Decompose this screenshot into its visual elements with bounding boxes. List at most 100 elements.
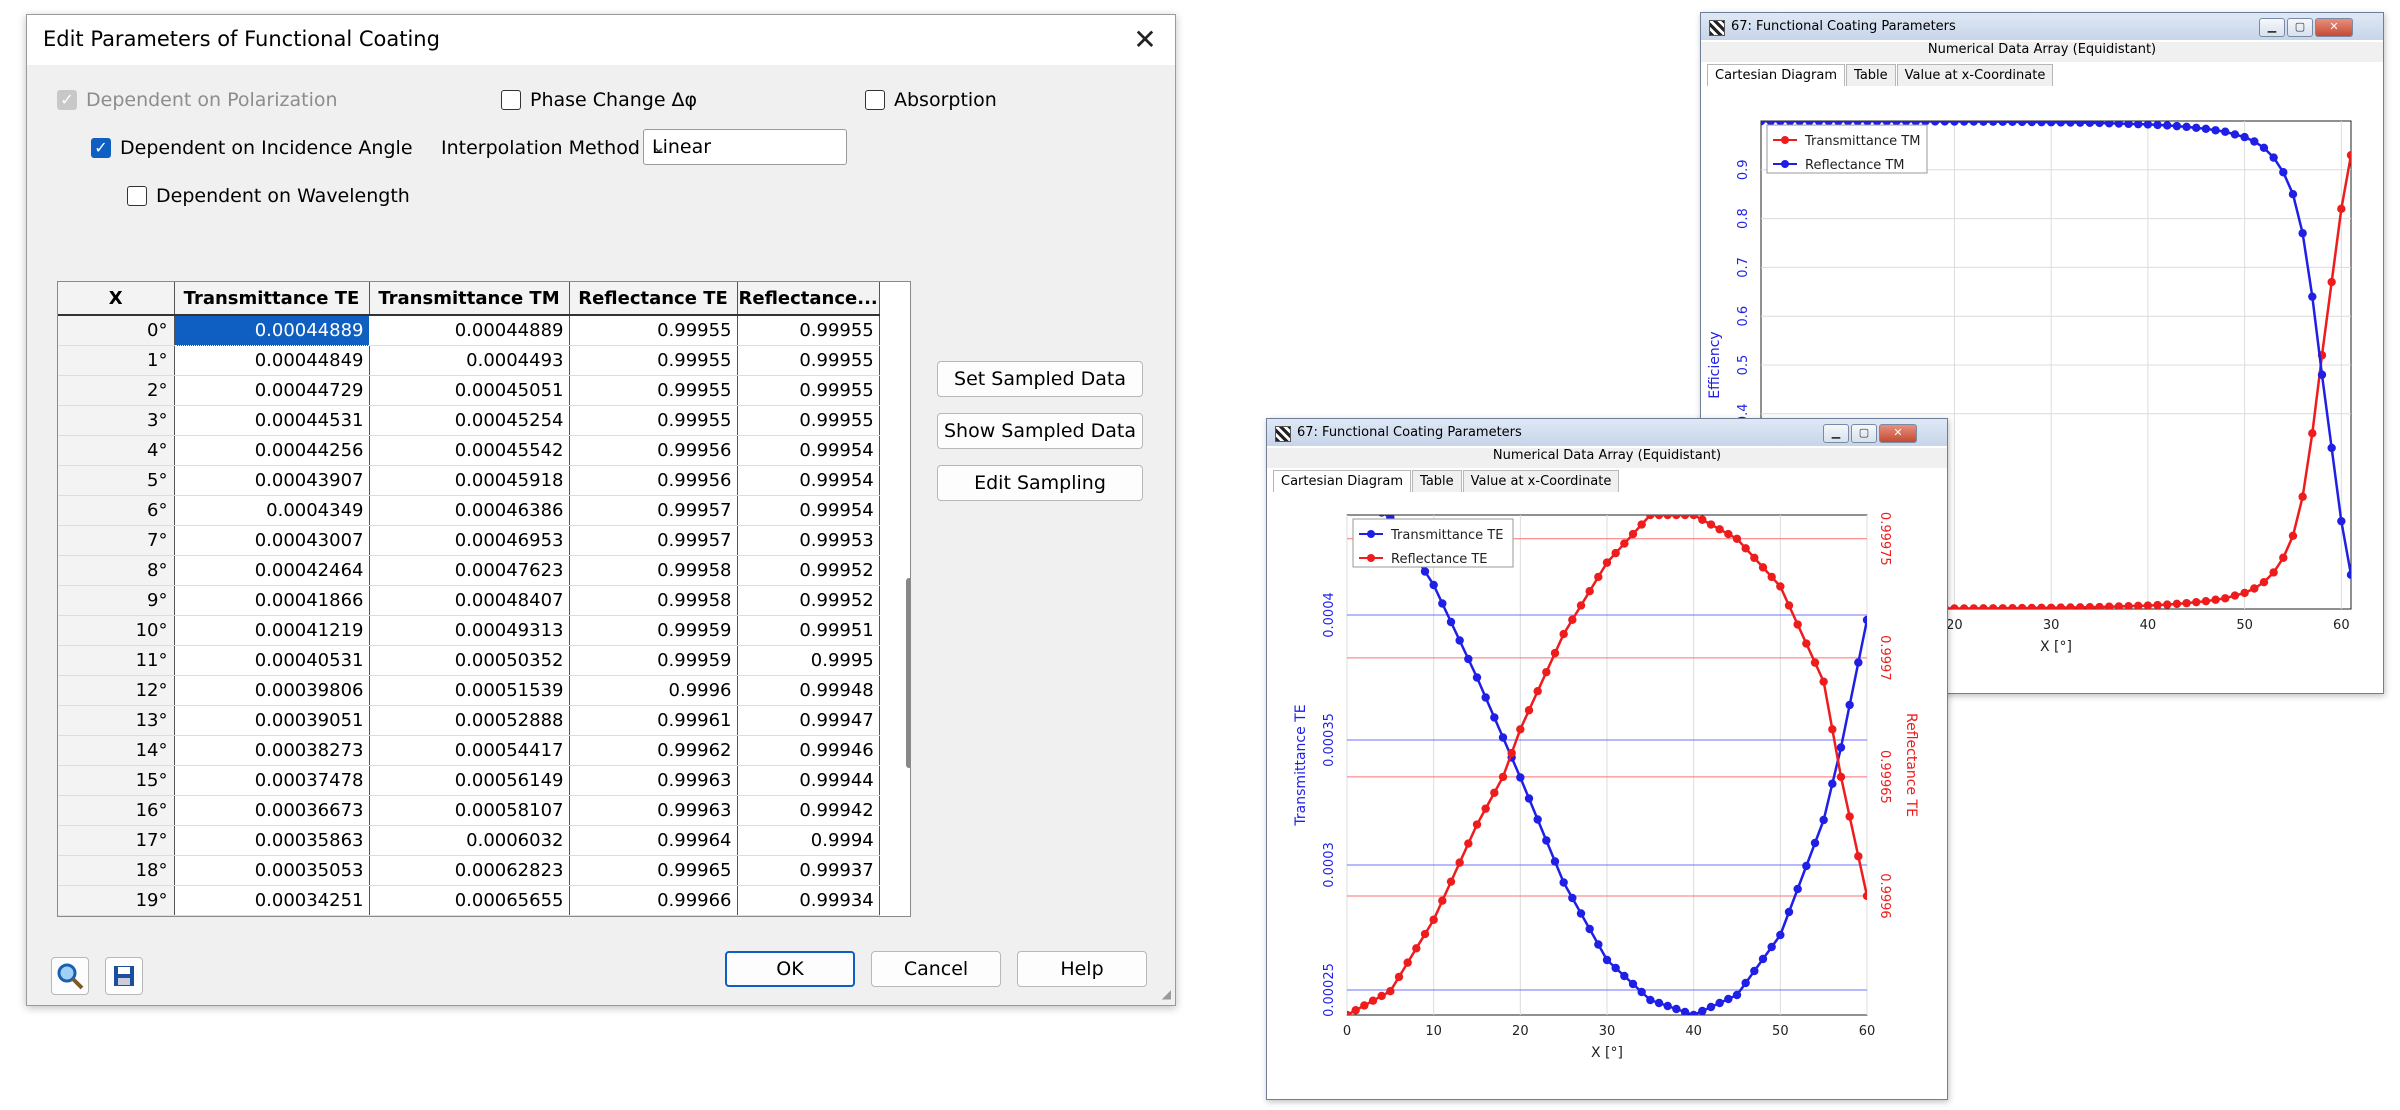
table-cell[interactable]: 0.99961: [569, 705, 738, 736]
minimize-icon[interactable]: ▁: [1823, 424, 1849, 443]
table-cell[interactable]: 0.99955: [737, 405, 880, 436]
table-cell[interactable]: 0.00041866: [174, 585, 370, 616]
table-cell[interactable]: 0.00043907: [174, 465, 370, 496]
table-cell[interactable]: 0.99948: [737, 675, 880, 706]
close-icon[interactable]: ✕: [2315, 18, 2353, 37]
table-cell[interactable]: 0.00044889: [173, 314, 370, 346]
table-cell[interactable]: 0.99934: [737, 885, 880, 916]
table-cell[interactable]: 0.00039806: [174, 675, 370, 706]
close-icon[interactable]: ✕: [1879, 424, 1917, 443]
table-row[interactable]: 18° 0.00035053 0.00062823 0.99965 0.99937: [58, 855, 880, 886]
checkbox-dependent-on-wavelength[interactable]: Dependent on Wavelength: [127, 185, 410, 207]
table-row[interactable]: 13° 0.00039051 0.00052888 0.99961 0.99947: [58, 705, 880, 736]
table-row[interactable]: 3° 0.00044531 0.00045254 0.99955 0.99955: [58, 405, 880, 436]
help-button[interactable]: Help: [1017, 951, 1147, 987]
tab-table[interactable]: Table: [1846, 64, 1896, 86]
checkbox-absorption[interactable]: Absorption: [865, 89, 997, 111]
table-cell[interactable]: 0.99937: [737, 855, 880, 886]
table-row[interactable]: 11° 0.00040531 0.00050352 0.99959 0.9995: [58, 645, 880, 676]
checkbox-dependent-on-incidence-angle[interactable]: ✓ Dependent on Incidence Angle: [91, 137, 413, 159]
table-cell[interactable]: 0.00058107: [369, 795, 570, 826]
table-cell[interactable]: 0.00044256: [174, 435, 370, 466]
column-header[interactable]: X: [58, 282, 175, 316]
table-cell[interactable]: 0.9996: [569, 675, 738, 706]
table-cell[interactable]: 0.00041219: [174, 615, 370, 646]
table-row[interactable]: 15° 0.00037478 0.00056149 0.99963 0.99944: [58, 765, 880, 796]
maximize-icon[interactable]: ▢: [1851, 424, 1877, 443]
column-header[interactable]: Reflectance TE: [569, 282, 738, 316]
table-cell[interactable]: 0.9994: [737, 825, 880, 856]
table-cell[interactable]: 0.99946: [737, 735, 880, 766]
set-sampled-data-button[interactable]: Set Sampled Data: [937, 361, 1143, 397]
table-cell[interactable]: 0.00054417: [369, 735, 570, 766]
tab-value-at-x[interactable]: Value at x-Coordinate: [1462, 470, 1620, 492]
table-cell[interactable]: 0.00047623: [369, 555, 570, 586]
table-row[interactable]: 2° 0.00044729 0.00045051 0.99955 0.99955: [58, 375, 880, 406]
column-header[interactable]: Reflectance...: [737, 282, 880, 316]
table-cell[interactable]: 0.00045542: [369, 435, 570, 466]
maximize-icon[interactable]: ▢: [2287, 18, 2313, 37]
table-cell[interactable]: 0.99959: [569, 615, 738, 646]
table-row[interactable]: 5° 0.00043907 0.00045918 0.99956 0.99954: [58, 465, 880, 496]
table-cell[interactable]: 0.00044729: [174, 375, 370, 406]
minimize-icon[interactable]: ▁: [2259, 18, 2285, 37]
table-cell[interactable]: 0.0006032: [369, 825, 570, 856]
table-row[interactable]: 1° 0.00044849 0.0004493 0.99955 0.99955: [58, 345, 880, 376]
table-cell[interactable]: 0.99955: [737, 345, 880, 376]
sample-data-table[interactable]: X Transmittance TE Transmittance TM Reflect…: [57, 281, 911, 917]
table-cell[interactable]: 0.99958: [569, 555, 738, 586]
table-cell[interactable]: 0.99955: [569, 375, 738, 406]
checkbox-phase-change[interactable]: Phase Change Δφ: [501, 89, 697, 111]
table-cell[interactable]: 0.00046386: [369, 495, 570, 526]
table-cell[interactable]: 0.99963: [569, 795, 738, 826]
table-cell[interactable]: 0.00046953: [369, 525, 570, 556]
table-cell[interactable]: 0.00044849: [174, 345, 370, 376]
table-cell[interactable]: 0.00044531: [174, 405, 370, 436]
table-cell[interactable]: 0.00048407: [369, 585, 570, 616]
table-cell[interactable]: 0.99962: [569, 735, 738, 766]
table-cell[interactable]: 0.00056149: [369, 765, 570, 796]
table-row[interactable]: 9° 0.00041866 0.00048407 0.99958 0.99952: [58, 585, 880, 616]
table-cell[interactable]: 0.99955: [569, 315, 738, 346]
cancel-button[interactable]: Cancel: [871, 951, 1001, 987]
table-cell[interactable]: 0.99955: [737, 315, 880, 346]
table-cell[interactable]: 0.99956: [569, 435, 738, 466]
table-row[interactable]: 8° 0.00042464 0.00047623 0.99958 0.99952: [58, 555, 880, 586]
table-cell[interactable]: 0.99955: [737, 375, 880, 406]
table-row[interactable]: 12° 0.00039806 0.00051539 0.9996 0.99948: [58, 675, 880, 706]
table-cell[interactable]: 0.00065655: [369, 885, 570, 916]
table-cell[interactable]: 0.00045254: [369, 405, 570, 436]
save-icon[interactable]: [105, 957, 143, 995]
table-row[interactable]: 16° 0.00036673 0.00058107 0.99963 0.99942: [58, 795, 880, 826]
table-row[interactable]: 4° 0.00044256 0.00045542 0.99956 0.99954: [58, 435, 880, 466]
table-cell[interactable]: 0.00035863: [174, 825, 370, 856]
table-cell[interactable]: 0.00036673: [174, 795, 370, 826]
table-row[interactable]: 10° 0.00041219 0.00049313 0.99959 0.99951: [58, 615, 880, 646]
window-titlebar[interactable]: 67: Functional Coating Parameters ▁ ▢ ✕: [1701, 13, 2383, 40]
magnifier-icon[interactable]: [51, 957, 89, 995]
table-cell[interactable]: 0.00043007: [174, 525, 370, 556]
table-cell[interactable]: 0.99955: [569, 405, 738, 436]
table-row[interactable]: 14° 0.00038273 0.00054417 0.99962 0.99946: [58, 735, 880, 766]
table-cell[interactable]: 0.99952: [737, 585, 880, 616]
checkbox-dependent-on-polarization[interactable]: ✓ Dependent on Polarization: [57, 89, 338, 111]
tab-cartesian-diagram[interactable]: Cartesian Diagram: [1273, 470, 1412, 492]
table-row[interactable]: 17° 0.00035863 0.0006032 0.99964 0.9994: [58, 825, 880, 856]
table-cell[interactable]: 0.99953: [737, 525, 880, 556]
ok-button[interactable]: OK: [725, 951, 855, 987]
table-cell[interactable]: 0.99959: [569, 645, 738, 676]
table-row[interactable]: 6° 0.0004349 0.00046386 0.99957 0.99954: [58, 495, 880, 526]
tab-cartesian-diagram[interactable]: Cartesian Diagram: [1707, 64, 1846, 86]
edit-sampling-button[interactable]: Edit Sampling: [937, 465, 1143, 501]
table-scrollbar[interactable]: [906, 578, 910, 768]
table-cell[interactable]: 0.99944: [737, 765, 880, 796]
table-cell[interactable]: 0.99957: [569, 525, 738, 556]
table-cell[interactable]: 0.00042464: [174, 555, 370, 586]
column-header[interactable]: Transmittance TM: [369, 282, 570, 316]
table-cell[interactable]: 0.00045918: [369, 465, 570, 496]
table-row[interactable]: 0° 0.00044889 0.00044889 0.99955 0.99955: [58, 314, 880, 346]
table-cell[interactable]: 0.99958: [569, 585, 738, 616]
table-cell[interactable]: 0.00052888: [369, 705, 570, 736]
table-cell[interactable]: 0.00034251: [174, 885, 370, 916]
table-cell[interactable]: 0.00045051: [369, 375, 570, 406]
